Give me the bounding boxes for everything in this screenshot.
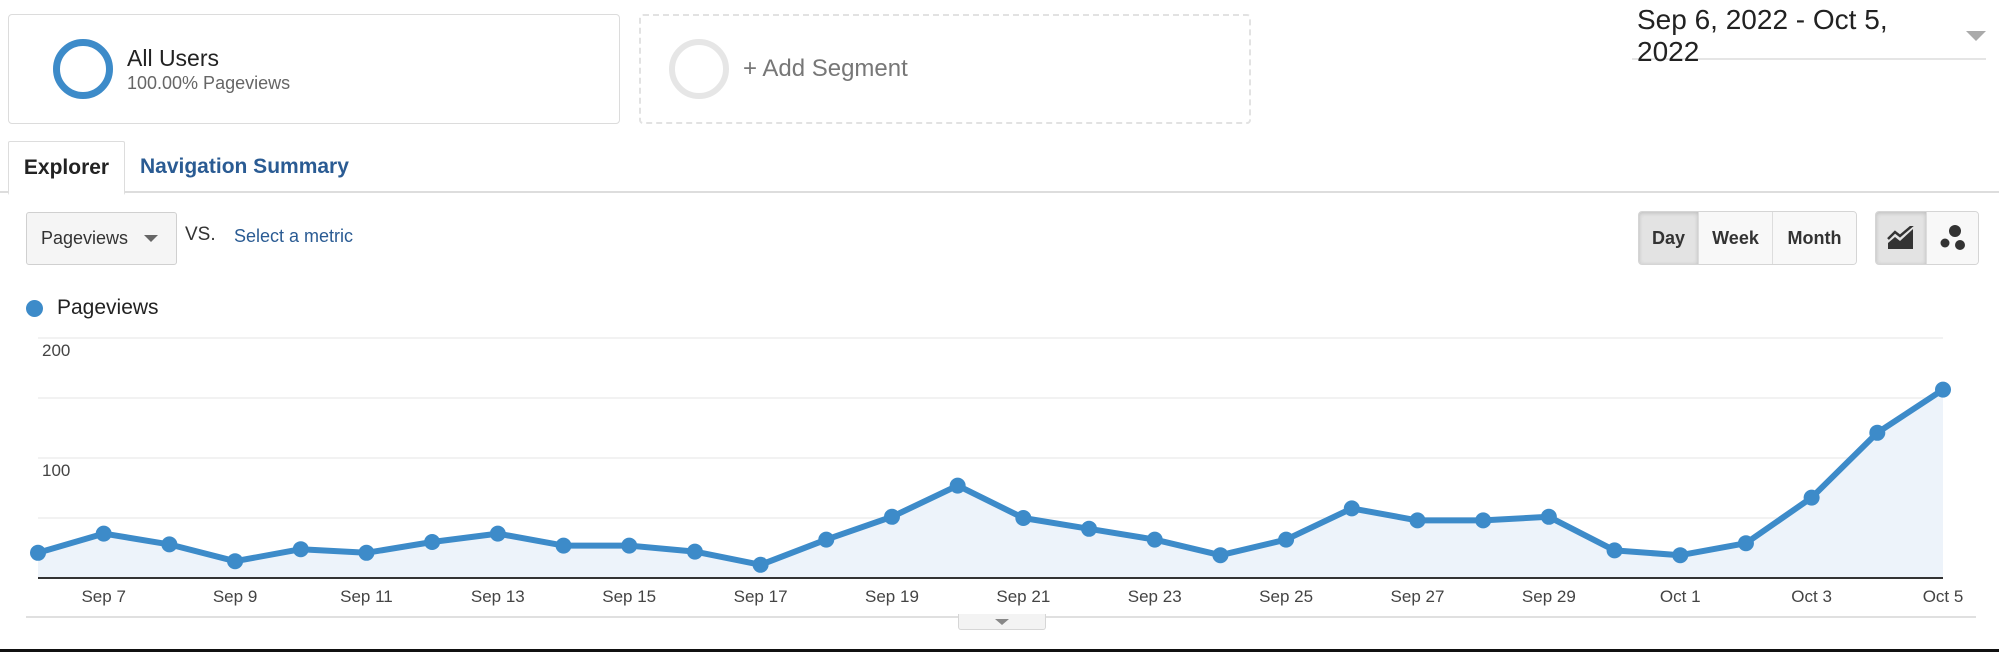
line-chart-icon — [1887, 226, 1914, 249]
data-point[interactable] — [686, 543, 703, 560]
x-tick-label: Oct 3 — [1791, 587, 1832, 606]
month-button[interactable]: Month — [1773, 212, 1856, 264]
segment-text: All Users 100.00% Pageviews — [127, 44, 290, 94]
motion-chart-icon — [1940, 225, 1965, 250]
segment-all-users[interactable]: All Users 100.00% Pageviews — [8, 14, 620, 124]
data-point[interactable] — [949, 477, 966, 494]
line-chart-button[interactable] — [1876, 212, 1927, 264]
segment-ring-icon — [53, 39, 113, 99]
data-point[interactable] — [30, 544, 46, 561]
x-tick-label: Oct 1 — [1660, 587, 1701, 606]
data-point[interactable] — [1409, 512, 1426, 529]
day-button[interactable]: Day — [1639, 212, 1699, 264]
chart-type-toggle — [1875, 211, 1979, 265]
data-point[interactable] — [1343, 500, 1360, 517]
data-point[interactable] — [489, 525, 506, 542]
x-tick-label: Sep 9 — [213, 587, 257, 606]
caret-down-icon — [1966, 31, 1986, 41]
tab-explorer[interactable]: Explorer — [8, 141, 125, 195]
data-point[interactable] — [1737, 535, 1754, 552]
legend-dot-icon — [26, 299, 43, 317]
report-tabs: Explorer Navigation Summary — [0, 141, 1999, 195]
data-point[interactable] — [1672, 547, 1689, 564]
data-point[interactable] — [883, 508, 900, 525]
expand-chart-handle[interactable] — [958, 614, 1046, 630]
data-point[interactable] — [1869, 424, 1886, 441]
data-point[interactable] — [95, 525, 112, 542]
data-point[interactable] — [1935, 381, 1951, 398]
x-tick-label: Sep 15 — [602, 587, 656, 606]
metric-select[interactable]: Pageviews — [26, 212, 177, 265]
y-tick-label: 100 — [42, 461, 70, 480]
pageviews-chart: 100 200 Sep 7 Sep 9 Sep 11 Sep 13 Sep 15 Sep 1… — [30, 337, 1964, 606]
data-point[interactable] — [358, 544, 375, 561]
x-tick-label: Sep 27 — [1391, 587, 1445, 606]
interval-toggle: Day Week Month — [1638, 211, 1857, 265]
chart-legend: Pageviews — [26, 296, 159, 320]
data-point[interactable] — [424, 534, 441, 550]
data-point[interactable] — [1015, 510, 1032, 526]
data-point[interactable] — [1081, 520, 1098, 537]
x-tick-label: Sep 21 — [996, 587, 1050, 606]
x-tick-label: Oct 5 — [1923, 587, 1964, 606]
data-point[interactable] — [161, 536, 178, 553]
data-point[interactable] — [1146, 531, 1163, 548]
empty-segment-ring-icon — [669, 39, 729, 99]
x-tick-label: Sep 13 — [471, 587, 525, 606]
x-tick-label: Sep 19 — [865, 587, 919, 606]
data-point[interactable] — [1475, 512, 1492, 529]
data-point[interactable] — [555, 537, 572, 554]
x-tick-label: Sep 29 — [1522, 587, 1576, 606]
select-metric-link[interactable]: Select a metric — [234, 226, 353, 247]
caret-down-icon — [995, 618, 1009, 625]
data-point[interactable] — [1540, 508, 1557, 525]
x-tick-label: Sep 11 — [340, 587, 393, 606]
caret-down-icon — [144, 235, 159, 242]
data-point[interactable] — [1803, 489, 1820, 506]
data-point[interactable] — [1212, 547, 1229, 564]
data-point[interactable] — [292, 541, 309, 558]
data-point[interactable] — [752, 556, 769, 573]
x-tick-label: Sep 23 — [1128, 587, 1182, 606]
tab-navigation-summary[interactable]: Navigation Summary — [140, 141, 349, 193]
data-point[interactable] — [227, 553, 244, 570]
x-tick-label: Sep 17 — [734, 587, 788, 606]
week-button[interactable]: Week — [1699, 212, 1773, 264]
add-segment-label: + Add Segment — [743, 55, 908, 82]
date-range-label: Sep 6, 2022 - Oct 5, 2022 — [1637, 4, 1888, 67]
motion-chart-button[interactable] — [1927, 212, 1978, 264]
x-tick-label: Sep 25 — [1259, 587, 1313, 606]
data-point[interactable] — [1606, 542, 1623, 559]
metric-select-value: Pageviews — [41, 228, 129, 248]
y-tick-label: 200 — [42, 341, 70, 360]
data-point[interactable] — [1278, 531, 1295, 548]
vs-label: VS. — [185, 224, 216, 245]
x-tick-label: Sep 7 — [81, 587, 125, 606]
legend-label: Pageviews — [57, 296, 159, 319]
date-range-picker[interactable]: Sep 6, 2022 - Oct 5, 2022 — [1632, 4, 1986, 67]
data-point[interactable] — [818, 531, 835, 548]
segment-title: All Users — [127, 45, 220, 71]
add-segment-button[interactable]: + Add Segment — [639, 14, 1251, 124]
segment-subtitle: 100.00% Pageviews — [127, 73, 291, 93]
data-point[interactable] — [621, 537, 638, 554]
